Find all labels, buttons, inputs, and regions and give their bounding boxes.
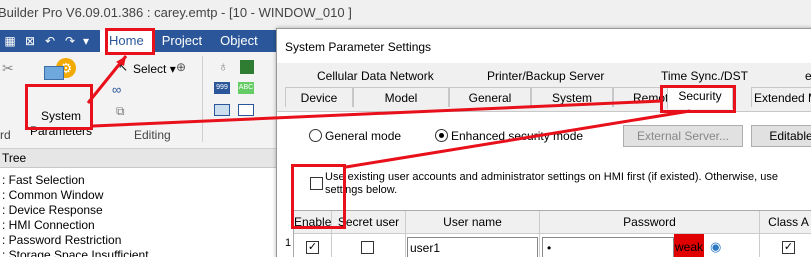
select-chevron-icon: ▾ [169,62,176,76]
tree-item[interactable]: : Storage Space Insufficient [0,248,290,257]
show-password-eye-icon[interactable]: ◉ [710,239,721,255]
password-strength-badge: weak [674,234,704,257]
annotation-box-use-existing [291,164,346,229]
tab-model[interactable]: Model [353,87,449,107]
enhanced-mode-radio[interactable] [435,129,448,142]
general-mode-label: General mode [325,129,402,143]
app-title-bar: Builder Pro V6.09.01.386 : carey.emtp - … [0,0,811,30]
text-object-icon[interactable]: ABC [238,82,254,94]
user-name-input[interactable]: user1 [407,237,538,257]
tab-object[interactable]: Object [211,30,267,52]
annotation-box-home [105,28,155,55]
annotation-box-security-tab [660,85,736,113]
grid-object-icon[interactable] [214,104,230,116]
grid-cell-password: • weak ◉ [540,234,760,257]
grid-row-number: 1 [285,237,292,249]
tab-extended[interactable]: Extended M [751,87,811,107]
link-icon[interactable]: ∞ [112,82,121,97]
tab-cellular-data-network[interactable]: Cellular Data Network [317,69,434,83]
class-a-checkbox[interactable]: ✓ [782,241,795,254]
tree-header: Tree [0,149,290,168]
copy-icon[interactable]: ⧉ [116,104,125,119]
dialog-title: System Parameter Settings [285,40,432,54]
tree-item[interactable]: : Fast Selection [0,173,290,188]
enable-checkbox[interactable]: ✓ [306,241,319,254]
quick-access-dropdown-icon[interactable]: ▾ [80,31,92,51]
secret-user-checkbox[interactable] [361,241,374,254]
grid-header-class-a[interactable]: Class A [760,211,811,234]
toggle-icon[interactable] [240,60,254,74]
app-menu-icon[interactable]: ▦ [0,31,20,51]
editing-group-label: Editing [134,128,171,142]
grid-cell-user: user1 [406,234,540,257]
arrange-icon[interactable]: ⊕ [176,60,186,74]
grid-header-user-name[interactable]: User name [406,211,540,234]
grid-cell-secret [332,234,406,257]
annotation-box-system-parameters [25,84,93,130]
bulb-icon[interactable]: ♁ [218,58,229,74]
redo-icon[interactable]: ↷ [60,31,80,51]
tree-item[interactable]: : Common Window [0,188,290,203]
system-parameter-dialog: System Parameter Settings Cellular Data … [276,28,811,257]
user-grid: Enable Secret user User name Password Cl… [293,210,811,257]
tab-e-more[interactable]: e- [805,69,811,83]
select-dropdown[interactable]: Select ▾ [133,62,176,76]
scissors-icon[interactable]: ✂ [2,60,14,77]
screenshot-root: { "app": {"title": "Builder Pro V6.09.01… [0,0,811,257]
tab-general[interactable]: General [449,87,531,107]
select-label: Select [133,62,167,76]
tree-item[interactable]: : HMI Connection [0,218,290,233]
grid-cell-enable: ✓ [294,234,332,257]
tab-printer-backup-server[interactable]: Printer/Backup Server [487,69,604,83]
table-object-icon[interactable] [238,104,254,116]
app-title: Builder Pro V6.09.01.386 : carey.emtp - … [0,5,352,20]
numeric-object-icon[interactable]: 999 [214,82,230,94]
tab-project[interactable]: Project [153,30,211,52]
monitor-icon [44,66,64,80]
ribbon-left-group-label: rd [0,128,11,142]
tab-device[interactable]: Device [285,87,353,107]
grid-cell-class-a: ✓ [760,234,811,257]
grid-header-password[interactable]: Password [540,211,760,234]
ribbon-divider [202,56,203,142]
use-existing-label: Use existing user accounts and administr… [325,171,779,196]
tab-system[interactable]: System [531,87,613,107]
window-icon[interactable]: ⊠ [20,31,40,51]
tree-item[interactable]: : Password Restriction [0,233,290,248]
select-cursor-icon: ↖ [118,60,129,74]
editable-button[interactable]: Editable [751,125,811,147]
tree-item[interactable]: : Device Response [0,203,290,218]
undo-icon[interactable]: ↶ [40,31,60,51]
general-mode-radio[interactable] [309,129,322,142]
external-server-button[interactable]: External Server... [623,125,743,147]
enhanced-mode-label: Enhanced security mode [451,129,584,143]
password-input[interactable]: • [542,237,674,257]
tab-time-sync-dst[interactable]: Time Sync./DST [661,69,748,83]
